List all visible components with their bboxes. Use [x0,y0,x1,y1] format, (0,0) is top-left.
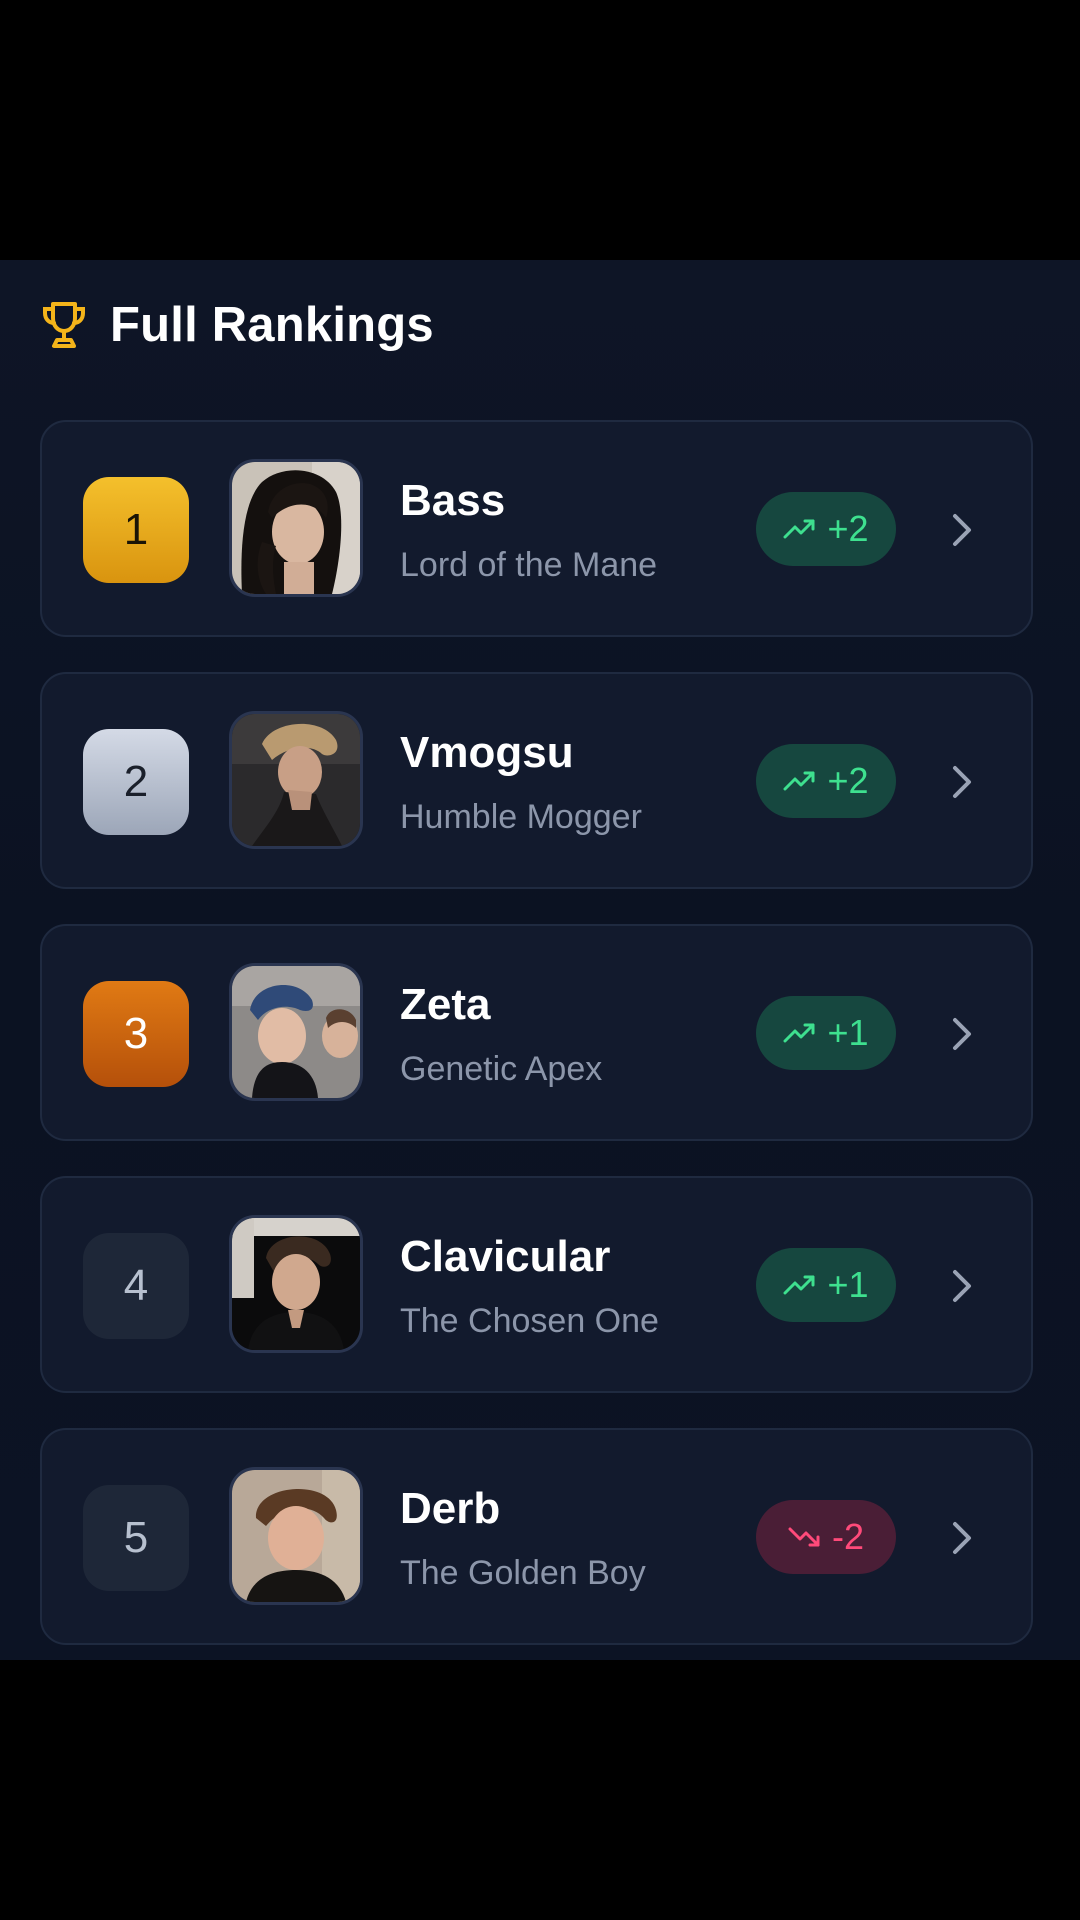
rank-badge: 3 [83,981,189,1087]
rank-badge: 4 [83,1233,189,1339]
rank-change-value: +2 [827,508,869,549]
rank-change-value: +1 [827,1012,869,1053]
status-bar-area [0,0,1080,260]
player-name: Clavicular [400,1232,611,1281]
rank-change-badge: +1 [756,1248,896,1322]
trophy-icon [40,299,88,351]
ranking-card[interactable]: 5 Derb The Golden Boy -2 [40,1428,1033,1645]
rank-change-value: +1 [827,1264,869,1305]
trend-up-icon [783,771,815,791]
avatar [229,711,363,849]
player-title: The Chosen One [400,1302,659,1340]
avatar [229,1215,363,1353]
trend-up-icon [783,1275,815,1295]
chevron-right-icon[interactable] [950,762,974,802]
ranking-card[interactable]: 2 Vmogsu Humble Mogger +2 [40,672,1033,889]
player-title: Genetic Apex [400,1050,603,1088]
chevron-right-icon[interactable] [950,510,974,550]
player-name: Derb [400,1484,501,1533]
rank-change-value: +2 [827,760,869,801]
player-title: Lord of the Mane [400,546,658,584]
ranking-card[interactable]: 3 Zeta Genetic Apex +1 [40,924,1033,1141]
rank-badge: 2 [83,729,189,835]
rankings-header: Full Rankings [40,290,434,360]
page-title: Full Rankings [110,298,434,352]
rank-badge: 1 [83,477,189,583]
player-name: Bass [400,476,506,525]
rank-change-badge: +2 [756,492,896,566]
rank-change-value: -2 [831,1516,864,1557]
bottom-black-area [0,1660,1080,1920]
player-title: Humble Mogger [400,798,642,836]
chevron-right-icon[interactable] [950,1266,974,1306]
ranking-card[interactable]: 4 Clavicular The Chosen One +1 [40,1176,1033,1393]
trend-up-icon [783,1023,815,1043]
player-name: Zeta [400,980,491,1029]
rank-change-badge: +2 [756,744,896,818]
trend-up-icon [783,519,815,539]
player-title: The Golden Boy [400,1554,646,1592]
rank-change-badge: +1 [756,996,896,1070]
avatar [229,963,363,1101]
rank-badge: 5 [83,1485,189,1591]
rank-change-badge: -2 [756,1500,896,1574]
avatar [229,1467,363,1605]
rankings-list: 1 Bass Lord of the Mane +2 2 Vmogsu Humb… [40,420,1033,1680]
ranking-card[interactable]: 1 Bass Lord of the Mane +2 [40,420,1033,637]
chevron-right-icon[interactable] [950,1518,974,1558]
chevron-right-icon[interactable] [950,1014,974,1054]
trend-down-icon [788,1527,820,1547]
player-name: Vmogsu [400,728,574,777]
avatar [229,459,363,597]
